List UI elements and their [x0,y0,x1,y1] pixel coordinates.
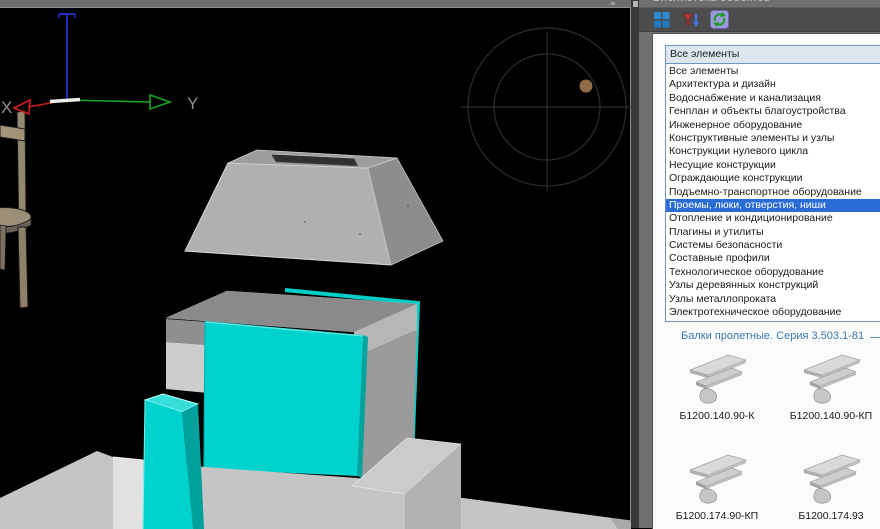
catalog-grid: Б1200.140.90-К Б1200.140.9 [665,350,880,522]
library-panel: Библиотека объектов [639,0,880,528]
ucs-origin-marker [50,100,80,102]
category-list-item[interactable]: Архитектура и дизайн [666,78,880,91]
catalog-item-label: Б1200.174.90-КП [676,510,758,522]
category-list-item[interactable]: Системы безопасности [666,239,880,252]
catalog-item[interactable]: Б1200.174.90-КП [676,450,758,522]
beam-profile-thumbnail [684,350,750,406]
3d-scene: X Y [0,8,631,529]
x-axis-label: X [1,98,12,117]
refresh-icon[interactable] [710,10,729,29]
category-list-item[interactable]: Плагины и утилиты [666,226,880,239]
cyan-pillar-model[interactable] [143,394,204,529]
category-list-item[interactable]: Конструктивные элементы и узлы [666,132,880,145]
beam-profile-thumbnail [684,450,750,506]
catalog-item-label: Б1200.140.90-К [680,410,755,422]
category-list-item[interactable]: Водоснабжение и канализация [666,92,880,105]
category-list-item[interactable]: Несущие конструкции [666,159,880,172]
catalog-section: Балки пролетные. Серия 3.503.1-81 [665,330,880,522]
category-combobox[interactable]: Все элементы [665,45,880,64]
catalog-item[interactable]: Б1200.140.90-К [680,350,755,422]
catalog-item[interactable]: Б1200.174.93 [798,450,864,522]
category-list-item[interactable]: Узлы металлопроката [666,293,880,306]
category-list-item[interactable]: Отопление и кондиционирование [666,212,880,225]
catalog-item-label: Б1200.174.93 [798,510,863,522]
viewport-top-strip [0,0,631,7]
category-list-item[interactable]: Составные профили [666,252,880,265]
beam-profile-thumbnail [798,350,864,406]
sort-filter-icon[interactable] [681,10,700,29]
category-list-item[interactable]: Узлы деревянных конструкций [666,279,880,292]
beam-profile-thumbnail [798,450,864,506]
category-list: Все элементы Архитектура и дизайн Водосн… [665,64,880,322]
orbit-compass[interactable] [461,28,631,191]
category-list-item[interactable]: Технологическое оборудование [666,266,880,279]
panel-content: Все элементы Все элементы Архитектура и … [652,33,880,529]
category-list-item[interactable]: Конструкции нулевого цикла [666,145,880,158]
splitter-collapse-button[interactable] [633,1,638,7]
hood-frustum-model[interactable] [185,150,443,265]
viewport-splitter[interactable] [631,0,639,528]
3d-viewport[interactable]: X Y [0,7,631,528]
category-list-item[interactable]: Электротехническое оборудование [666,306,880,319]
strip-handle-dot [611,2,615,5]
group-header-line [870,337,880,338]
ucs-axis-triad: X Y [1,14,198,117]
y-axis-label: Y [187,94,198,113]
category-list-item[interactable]: Проемы, люки, отверстия, ниши [666,199,880,212]
category-list-item[interactable]: Все элементы [666,65,880,78]
category-list-item[interactable]: Генплан и объекты благоустройства [666,105,880,118]
catalog-group-header: Балки пролетные. Серия 3.503.1-81 [665,330,880,342]
catalog-item[interactable]: Б1200.140.90-КП [790,350,872,422]
category-list-item[interactable]: Инженерное оборудование [666,119,880,132]
category-list-item[interactable]: Подъемно-транспортное оборудование [666,186,880,199]
chair-model[interactable] [0,111,31,308]
category-list-item[interactable]: Ограждающие конструкции [666,172,880,185]
orbit-dot [580,80,593,93]
views-grid-icon[interactable] [652,10,671,29]
selected-box-model[interactable] [166,290,418,486]
panel-title: Библиотека объектов [639,0,880,7]
catalog-item-label: Б1200.140.90-КП [790,410,872,422]
panel-toolbar [639,7,880,32]
